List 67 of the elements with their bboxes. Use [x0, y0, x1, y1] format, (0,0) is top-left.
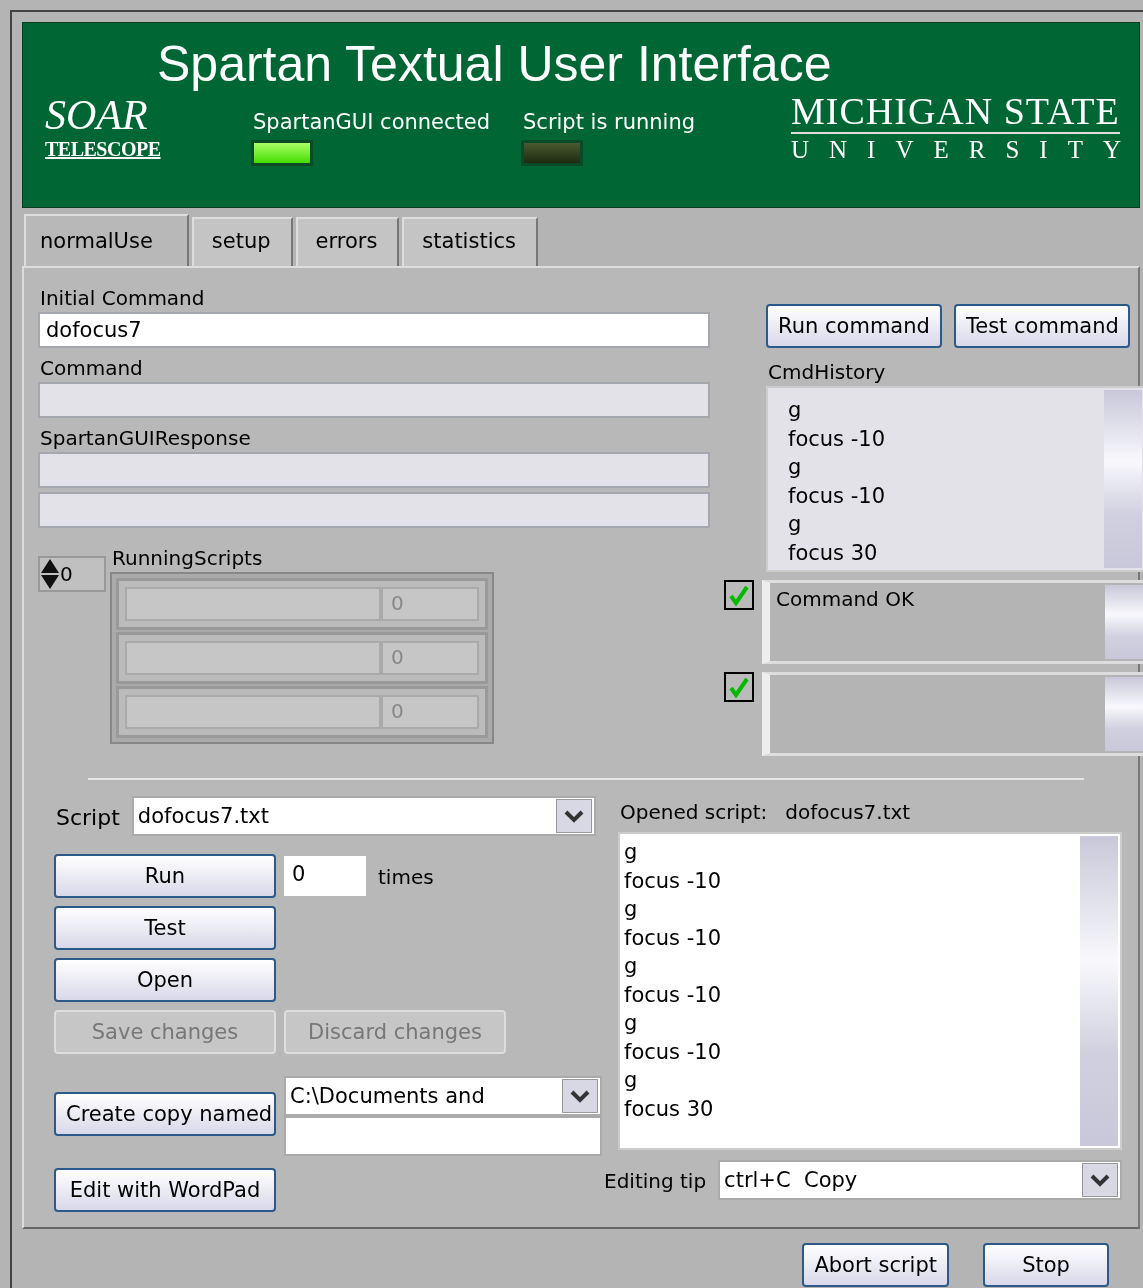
script-line: focus -10 [624, 924, 722, 952]
script-line: g [624, 896, 639, 923]
history-item[interactable]: focus 30 [788, 538, 1104, 567]
script-line: focus -10 [624, 867, 722, 895]
script-button[interactable]: Run [54, 854, 276, 898]
tab[interactable]: statistics [402, 217, 538, 266]
university-logo-line: MICHIGAN STATE [791, 92, 1120, 134]
tip-dropdown[interactable]: ctrl+C Copy [718, 1160, 1122, 1200]
scrollbar[interactable] [1105, 677, 1143, 751]
checkmark-icon [728, 584, 750, 606]
tab[interactable]: errors [295, 217, 400, 266]
scrollbar[interactable] [1080, 836, 1118, 1146]
create-copy-button[interactable]: Create copy named [54, 1092, 276, 1136]
logo-title: SOAR [45, 92, 149, 139]
field-label: SpartanGUIResponse [39, 425, 252, 452]
app-title: Spartan Textual User Interface [156, 35, 833, 92]
checkmark-icon [728, 676, 750, 698]
footer-button[interactable]: Stop [983, 1243, 1109, 1287]
indicator-label: Script is running [523, 110, 696, 134]
script-line: g [624, 953, 639, 980]
history-item[interactable]: g [788, 396, 1104, 425]
script-line: g [624, 1010, 639, 1037]
scrollbar[interactable] [1104, 390, 1142, 568]
field-label: Editing tip [603, 1168, 708, 1195]
university-logo-line: UNIVERSITY [791, 134, 1141, 165]
field-label: Script [55, 803, 121, 832]
status-message: Command OK [776, 587, 914, 611]
script-text-area[interactable]: g focus -10 g focus -10 g focus -10 g focus -10 g focus 30 [618, 832, 1122, 1150]
spin-counter[interactable]: 0 [38, 556, 106, 592]
path-dropdown[interactable]: C:\Documents and [284, 1076, 602, 1116]
checkbox[interactable] [724, 672, 754, 702]
history-item[interactable]: focus -10 [788, 481, 1104, 510]
script-line: g [624, 839, 639, 866]
field-label: Opened script: [619, 799, 769, 826]
tab[interactable]: normalUse [24, 214, 189, 266]
input-field[interactable] [284, 1116, 602, 1156]
history-item[interactable]: g [788, 453, 1104, 482]
script-line: focus -10 [624, 1038, 722, 1066]
tab[interactable]: setup [191, 217, 293, 266]
logo-subtitle: TELESCOPE [45, 138, 162, 162]
script-button[interactable]: Test [54, 906, 276, 950]
script-filename: dofocus7.txt [784, 799, 912, 826]
script-count: 0 [381, 695, 479, 729]
field-label: CmdHistory [767, 359, 887, 386]
field-label: RunningScripts [111, 545, 264, 572]
script-line: g [624, 1067, 639, 1094]
script-line: focus -10 [624, 981, 722, 1009]
field-label: Command [39, 355, 144, 382]
indicator-label: SpartanGUI connected [253, 110, 491, 134]
repeat-count-field[interactable]: 0 [284, 856, 366, 896]
script-line: focus 30 [624, 1095, 715, 1123]
command-button[interactable]: Run command [766, 304, 942, 348]
script-dropdown[interactable]: dofocus7.txt [131, 796, 596, 836]
spinner-arrows-icon[interactable] [40, 558, 60, 590]
history-item[interactable]: focus -10 [788, 424, 1104, 453]
scrollbar[interactable] [1105, 585, 1143, 659]
checkbox[interactable] [724, 580, 754, 610]
script-count: 0 [381, 587, 479, 621]
command-button[interactable]: Test command [954, 304, 1130, 348]
field-label: Initial Command [39, 285, 206, 312]
unit-label: times [377, 864, 435, 891]
footer-button[interactable]: Abort script [802, 1243, 949, 1287]
history-item[interactable]: g [788, 510, 1104, 539]
wordpad-button[interactable]: Edit with WordPad [54, 1168, 276, 1212]
script-count: 0 [381, 641, 479, 675]
script-button[interactable]: Open [54, 958, 276, 1002]
input-field[interactable]: dofocus7 [38, 312, 710, 348]
